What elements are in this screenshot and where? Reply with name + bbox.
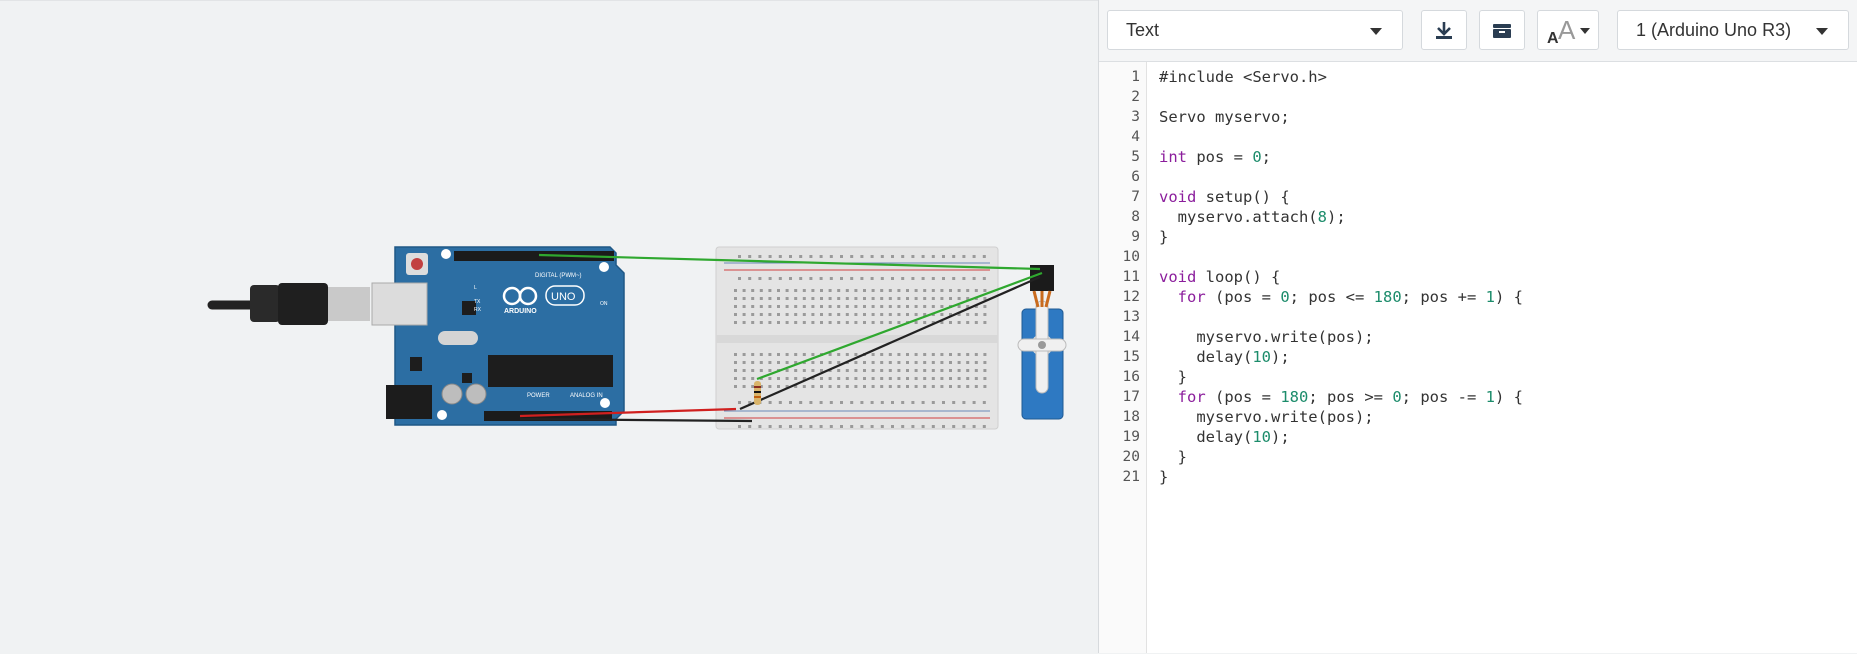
- brand-label: ARDUINO: [504, 308, 537, 315]
- library-icon: [1493, 24, 1511, 38]
- line-number: 3: [1131, 109, 1140, 125]
- line-number: 10: [1122, 249, 1140, 265]
- line-number: 13: [1122, 309, 1140, 325]
- code-panel: Text A A 1 (Arduino Uno R3) 1 2 3 4 5 6 …: [1098, 0, 1857, 653]
- line-number: 21: [1122, 469, 1140, 485]
- chevron-down-icon: [1370, 28, 1382, 35]
- line-number: 16: [1122, 369, 1140, 385]
- line-number-gutter: 1 2 3 4 5 6 7 8 9 10 11 12 13 14 15 16 17 18 19 20 21: [1099, 62, 1147, 653]
- line-number: 15: [1122, 349, 1140, 365]
- arduino-uno-board[interactable]: ARDUINO UNO DIGITAL (PWM~) POWER ANALOG …: [371, 246, 625, 426]
- code-line[interactable]: myservo.write(pos);: [1159, 407, 1373, 427]
- code-line[interactable]: }: [1159, 447, 1187, 467]
- code-line[interactable]: void loop() {: [1159, 267, 1280, 287]
- code-line[interactable]: }: [1159, 227, 1168, 247]
- font-size-icon: A A: [1547, 15, 1576, 45]
- download-icon: [1436, 22, 1452, 39]
- chevron-down-icon: [1816, 28, 1828, 35]
- mode-select[interactable]: Text: [1107, 10, 1403, 50]
- model-label: UNO: [551, 291, 576, 303]
- line-number: 12: [1122, 289, 1140, 305]
- l-label: L: [474, 285, 477, 291]
- svg-text:A: A: [1558, 15, 1576, 45]
- line-number: 4: [1131, 129, 1140, 145]
- line-number: 9: [1131, 229, 1140, 245]
- code-line[interactable]: myservo.write(pos);: [1159, 327, 1373, 347]
- line-number: 8: [1131, 209, 1140, 225]
- digital-label: DIGITAL (PWM~): [535, 273, 582, 279]
- code-line[interactable]: }: [1159, 367, 1187, 387]
- download-button[interactable]: [1421, 10, 1467, 50]
- library-button[interactable]: [1479, 10, 1525, 50]
- line-number: 5: [1131, 149, 1140, 165]
- mode-select-label: Text: [1126, 19, 1160, 40]
- power-label: POWER: [527, 393, 550, 399]
- servo-motor[interactable]: [1017, 265, 1067, 420]
- device-select-label: 1 (Arduino Uno R3): [1636, 19, 1792, 40]
- chevron-down-icon: [1580, 28, 1590, 34]
- device-select[interactable]: 1 (Arduino Uno R3): [1617, 10, 1849, 50]
- line-number: 17: [1122, 389, 1140, 405]
- circuit-drawing[interactable]: ARDUINO UNO DIGITAL (PWM~) POWER ANALOG …: [0, 1, 1098, 654]
- line-number: 7: [1131, 189, 1140, 205]
- code-line[interactable]: }: [1159, 467, 1168, 487]
- resistor[interactable]: [754, 381, 761, 405]
- line-number: 14: [1122, 329, 1140, 345]
- font-size-button[interactable]: A A: [1537, 10, 1599, 50]
- code-line[interactable]: Servo myservo;: [1159, 107, 1290, 127]
- code-line[interactable]: int pos = 0;: [1159, 147, 1271, 167]
- analog-label: ANALOG IN: [570, 393, 603, 399]
- line-number: 18: [1122, 409, 1140, 425]
- line-number: 2: [1131, 89, 1140, 105]
- line-number: 20: [1122, 449, 1140, 465]
- circuit-canvas[interactable]: ARDUINO UNO DIGITAL (PWM~) POWER ANALOG …: [0, 0, 1098, 653]
- line-number: 11: [1122, 269, 1140, 285]
- code-toolbar: Text A A 1 (Arduino Uno R3): [1099, 0, 1857, 62]
- code-line[interactable]: for (pos = 0; pos <= 180; pos += 1) {: [1159, 287, 1523, 307]
- code-line[interactable]: void setup() {: [1159, 187, 1290, 207]
- line-number: 6: [1131, 169, 1140, 185]
- code-line[interactable]: #include <Servo.h>: [1159, 67, 1327, 87]
- code-editor[interactable]: 1 2 3 4 5 6 7 8 9 10 11 12 13 14 15 16 17 18 19 20 21 #inclu…: [1099, 62, 1857, 653]
- code-line[interactable]: for (pos = 180; pos >= 0; pos -= 1) {: [1159, 387, 1523, 407]
- on-label: ON: [600, 301, 608, 307]
- tx-label: TX: [474, 299, 481, 305]
- code-line[interactable]: myservo.attach(8);: [1159, 207, 1346, 227]
- line-number: 19: [1122, 429, 1140, 445]
- code-line[interactable]: delay(10);: [1159, 347, 1289, 367]
- line-number: 1: [1131, 69, 1140, 85]
- code-line[interactable]: delay(10);: [1159, 427, 1289, 447]
- rx-label: RX: [474, 307, 482, 313]
